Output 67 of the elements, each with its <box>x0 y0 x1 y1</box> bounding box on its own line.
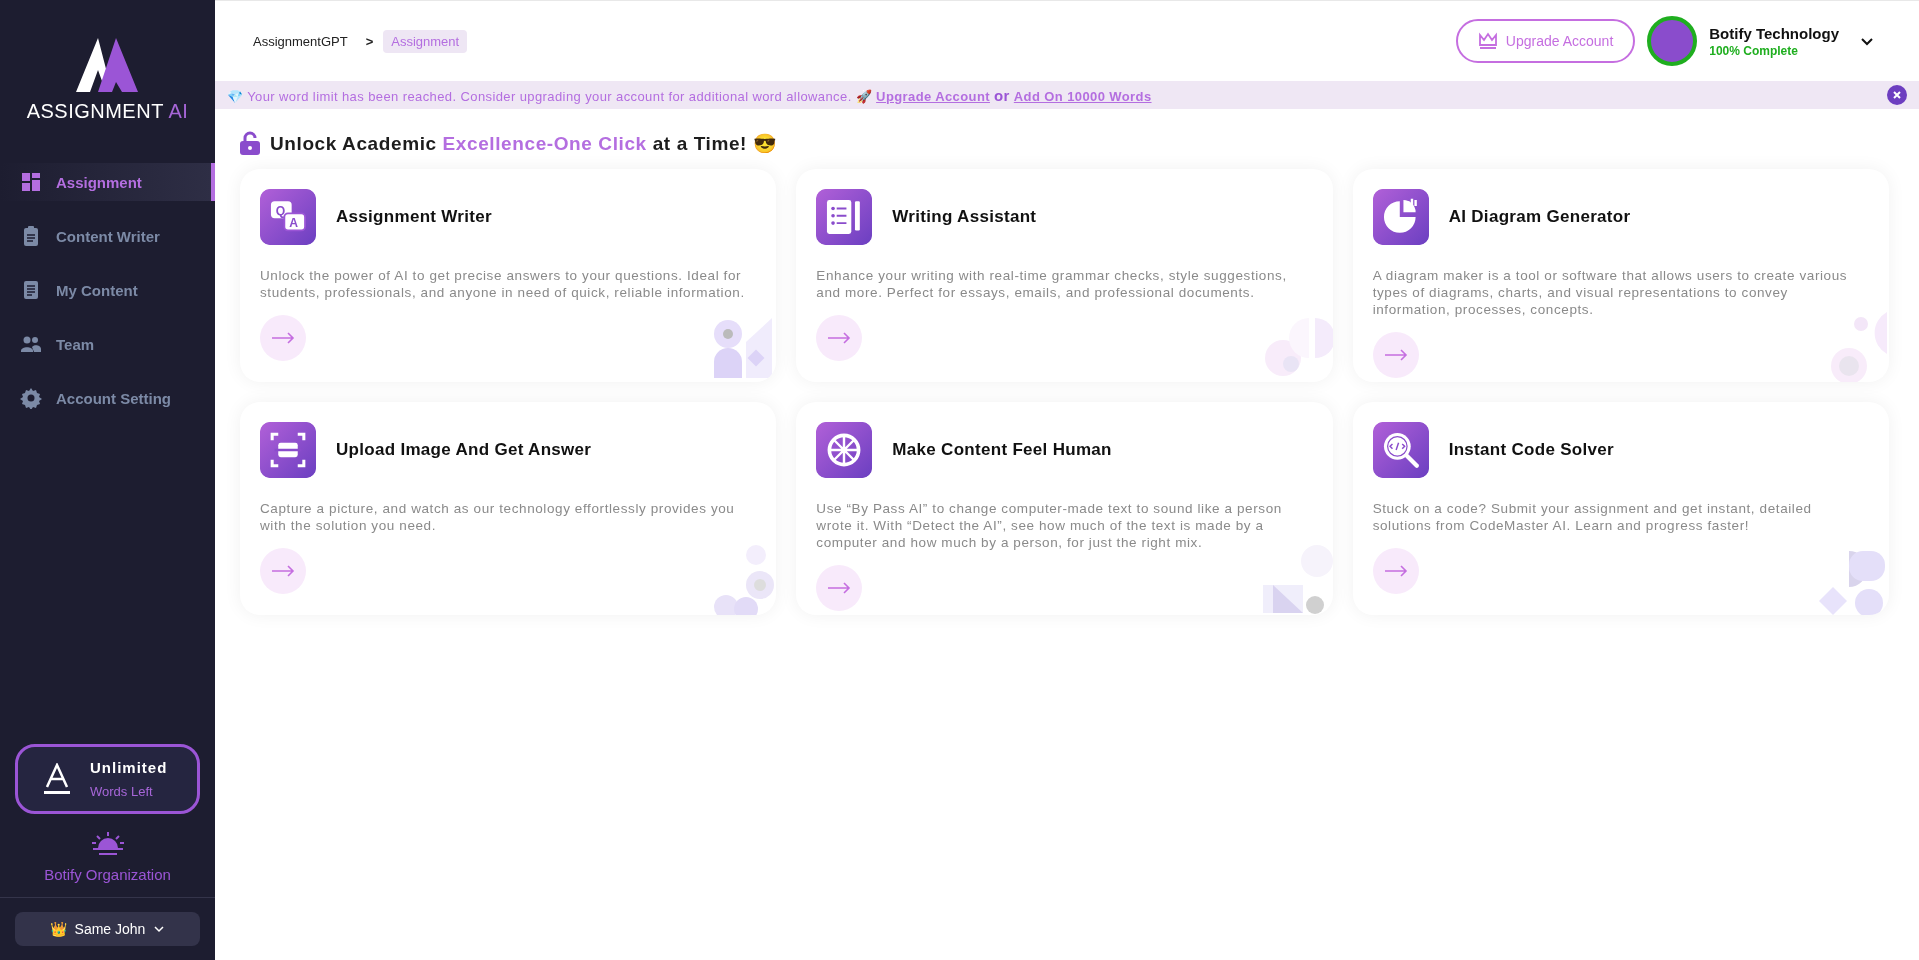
sidebar-item[interactable]: My Content <box>0 271 215 309</box>
tool-card[interactable]: AI Diagram Generator A diagram maker is a tool or software that allows users to create various types of diagrams, charts, and visual representations to convey information, processes, concepts. <box>1352 169 1889 382</box>
arrow-button[interactable] <box>1372 548 1419 594</box>
tool-card[interactable]: Instant Code Solver Stuck on a code? Submit your assignment and get instant, detailed solutions from CodeMaster AI. Learn and progress faster! <box>1352 402 1889 615</box>
upgrade-account-link[interactable]: Upgrade Account <box>876 88 990 104</box>
tool-card[interactable]: Upload Image And Get Answer Capture a picture, and watch as our technology effortlessly provides you with the solution you need. <box>240 402 777 615</box>
upgrade-account-button[interactable]: Upgrade Account <box>1455 19 1636 63</box>
arrow-button[interactable] <box>260 548 306 594</box>
breadcrumb-link[interactable]: Assignment <box>383 29 468 53</box>
card-description: Enhance your writing with real-time grammar checks, style suggestions, and more. Perfect for essays, emails, and professional documents. <box>816 267 1288 301</box>
crown-icon <box>1477 32 1498 50</box>
sidebar-item[interactable]: Content Writer <box>0 217 215 255</box>
card-title: Upload Image And Get Answer <box>336 440 592 460</box>
arrow-button[interactable] <box>816 565 863 611</box>
words-subtitle: Words Left <box>90 784 154 799</box>
decoration-drawing <box>1262 545 1333 615</box>
breadcrumb-link[interactable]: AssignmentGPT <box>245 29 356 53</box>
logo-icon <box>75 38 140 92</box>
organization-name: Botify Organization <box>44 866 171 883</box>
arrow-button[interactable] <box>260 315 306 361</box>
profile-name: Botify Technology <box>1709 24 1839 42</box>
card-description: Capture a picture, and watch as our technology effortlessly provides you with the solution you need. <box>260 500 736 534</box>
card-title: Instant Code Solver <box>1448 440 1614 460</box>
card-title: Writing Assistant <box>892 207 1037 227</box>
nav-icon <box>20 387 42 409</box>
chevron-down-icon <box>153 923 166 935</box>
sidebar-item[interactable]: Account Setting <box>0 379 215 417</box>
sidebar-item[interactable]: Team <box>0 325 215 363</box>
card-description: Use “By Pass AI” to change computer-made text to sound like a person wrote it. With “Detect the AI”, see how much of the text is made by a computer and how much by a person, for just the right mix. <box>816 500 1283 551</box>
arrow-button[interactable] <box>816 315 863 361</box>
avatar[interactable] <box>1647 16 1698 66</box>
arrow-right-icon <box>827 332 852 344</box>
padlock-icon <box>240 131 260 155</box>
profile-status: 100% Complete <box>1709 43 1799 58</box>
arrow-right-icon <box>271 565 295 577</box>
letter-a-icon <box>44 763 70 795</box>
close-icon <box>1892 90 1902 100</box>
tool-card[interactable]: Q A Assignment Writer Unlock the power of AI to get precise answers to your questions. Ideal for students, professionals, and anyone in need of quick, reliable information. <box>240 169 777 382</box>
sunrise-icon <box>90 830 125 856</box>
tool-icon <box>1372 189 1429 245</box>
tool-icon <box>260 422 316 478</box>
tool-icon <box>1372 422 1429 478</box>
arrow-right-icon <box>1383 565 1408 577</box>
add-words-link[interactable]: Add On 10000 Words <box>1013 88 1152 104</box>
card-description: Stuck on a code? Submit your assignment and get instant, detailed solutions from CodeMaster AI. Learn and progress faster! <box>1372 500 1813 534</box>
nav-icon <box>20 171 42 193</box>
close-button[interactable] <box>1887 85 1907 105</box>
tool-card[interactable]: Writing Assistant Enhance your writing with real-time grammar checks, style suggestions, and more. Perfect for essays, emails, and professional documents. <box>796 169 1333 382</box>
breadcrumb-separator: > <box>365 33 374 49</box>
arrow-right-icon <box>271 332 295 344</box>
words-title: Unlimited <box>90 759 168 776</box>
card-description: A diagram maker is a tool or software that allows users to create various types of diagrams, charts, and visual representations to convey information, processes, concepts. <box>1372 267 1849 318</box>
arrow-right-icon <box>1383 349 1408 361</box>
card-title: AI Diagram Generator <box>1448 207 1631 227</box>
tool-card[interactable] <box>796 402 1333 615</box>
arrow-right-icon <box>827 582 852 594</box>
logo-text: ASSIGNMENT AI <box>26 100 189 123</box>
card-description: Unlock the power of AI to get precise answers to your questions. Ideal for students, professionals, and anyone in need of quick, reliable information. <box>260 267 746 301</box>
card-title: Assignment Writer <box>336 207 492 227</box>
tool-icon <box>816 189 873 245</box>
tool-icon: Q A <box>260 189 316 245</box>
user-menu-button[interactable]: 👑 Same John <box>15 912 200 946</box>
arrow-button[interactable] <box>1372 332 1419 378</box>
tool-icon <box>816 422 873 478</box>
card-title: Make Content Feel Human <box>892 440 1112 460</box>
word-limit-notice: 💎 Your word limit has been reached. Consider upgrading your account for additional word allowance. 🚀 Upgrade Account or Add On 10000 Words <box>227 86 1153 104</box>
page-heading: Unlock Academic Excellence-One Click at a Time! 😎 <box>270 131 778 155</box>
